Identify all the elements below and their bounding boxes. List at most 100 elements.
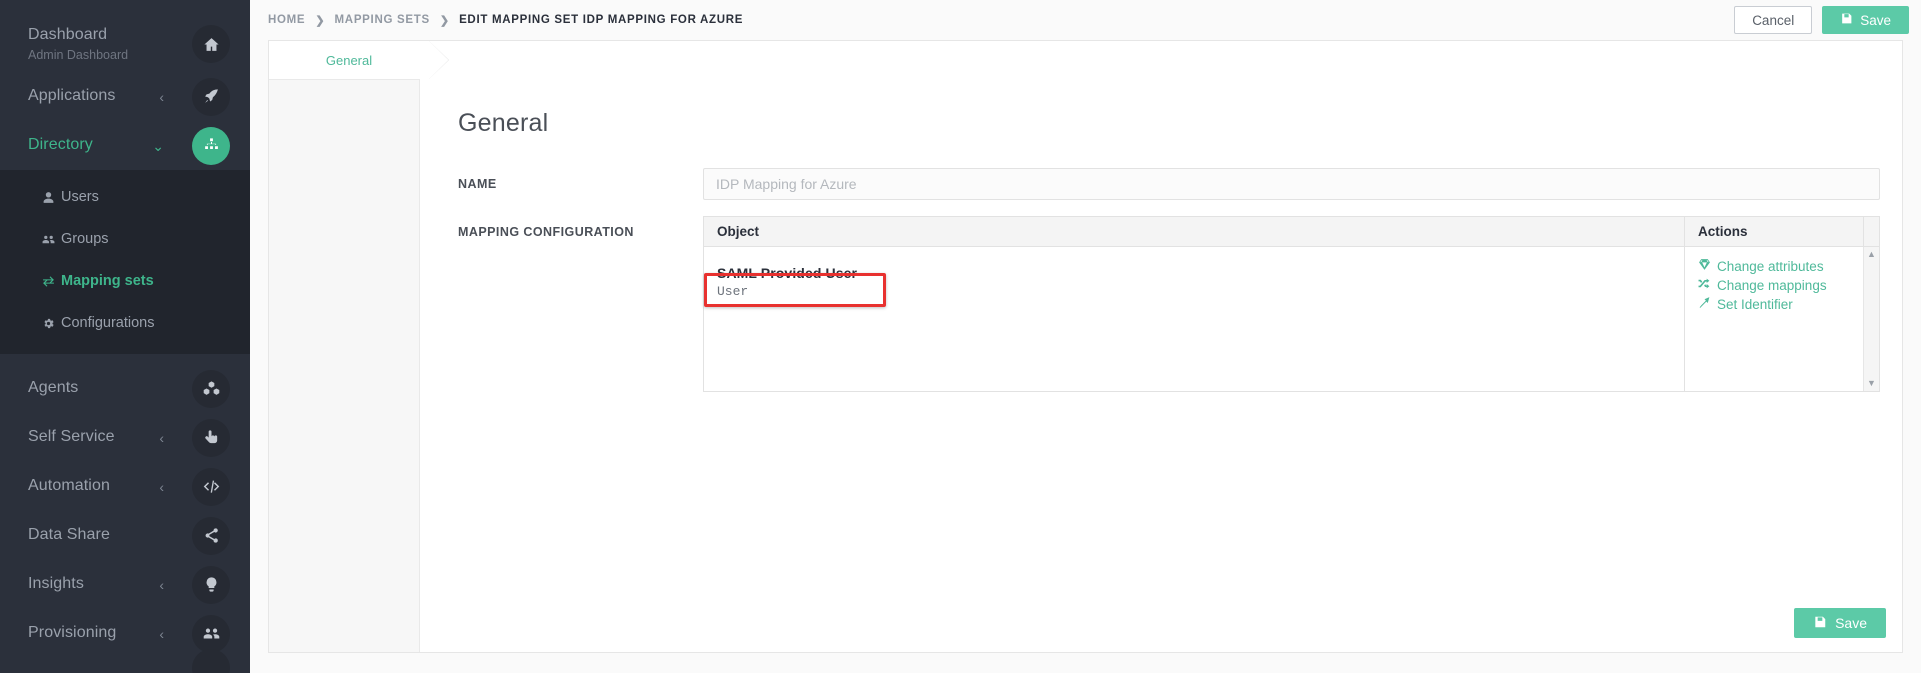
name-field-wrap xyxy=(703,168,1880,200)
column-header-actions: Actions xyxy=(1698,224,1748,239)
table-vertical-scrollbar[interactable]: ▲ ▼ xyxy=(1863,247,1879,391)
sidebar-item-users[interactable]: Users xyxy=(0,180,250,214)
exchange-icon xyxy=(42,275,61,288)
form-row-mapping-configuration: MAPPING CONFIGURATION Object Actions SAM… xyxy=(458,216,1880,392)
home-icon xyxy=(192,25,230,63)
floppy-disk-icon xyxy=(1813,615,1827,632)
breadcrumb-item-current: EDIT MAPPING SET IDP MAPPING FOR AZURE xyxy=(459,14,744,26)
tab-label: General xyxy=(325,52,373,68)
change-attributes-action[interactable]: Change attributes xyxy=(1698,257,1863,275)
chevron-left-icon: ‹ xyxy=(159,429,164,446)
chevron-left-icon: ‹ xyxy=(159,88,164,105)
tabstrip: General xyxy=(269,41,1902,79)
change-attributes-label: Change attributes xyxy=(1717,258,1824,274)
tab-side-rail xyxy=(269,79,420,652)
sidebar-item-self-service[interactable]: Self Service ‹ xyxy=(0,413,250,462)
sidebar-item-label: Provisioning xyxy=(28,624,117,642)
set-identifier-action[interactable]: Set Identifier xyxy=(1698,295,1863,313)
sidebar-item-label: Agents xyxy=(28,379,79,397)
sidebar-item-configurations[interactable]: Configurations xyxy=(0,306,250,340)
cubes-icon xyxy=(192,369,230,408)
scroll-down-icon[interactable]: ▼ xyxy=(1867,379,1876,388)
topbar: HOME ❯ MAPPING SETS ❯ EDIT MAPPING SET I… xyxy=(250,0,1921,40)
shuffle-icon xyxy=(1698,277,1711,293)
save-button-label: Save xyxy=(1860,12,1891,28)
sidebar-top-group: Dashboard Admin Dashboard Applications ‹… xyxy=(0,0,250,170)
thumbtack-arrow-icon xyxy=(1698,296,1711,312)
mapping-configuration-field-wrap: Object Actions SAML Provided User User C… xyxy=(703,216,1880,392)
sidebar-item-label: Insights xyxy=(28,575,84,593)
sidebar-item-directory[interactable]: Directory ⌄ xyxy=(0,121,250,170)
mapping-configuration-label: MAPPING CONFIGURATION xyxy=(458,225,634,239)
cancel-button[interactable]: Cancel xyxy=(1734,6,1813,34)
sidebar-item-label: Directory xyxy=(28,136,93,154)
chevron-left-icon: ‹ xyxy=(159,478,164,495)
users-cog-icon xyxy=(192,614,230,653)
page-wrapper: General General NAME IDP Mapping for Azu… xyxy=(268,40,1903,653)
mapping-configuration-table: Object Actions SAML Provided User User C… xyxy=(703,216,1880,392)
gear-icon xyxy=(42,317,61,330)
breadcrumb-item-home[interactable]: HOME xyxy=(268,14,305,26)
sidebar-item-sublabel: Admin Dashboard xyxy=(28,47,129,62)
sidebar-item-agents[interactable]: Agents xyxy=(0,364,250,413)
sidebar-item-label: Mapping sets xyxy=(61,273,154,289)
sidebar: Dashboard Admin Dashboard Applications ‹… xyxy=(0,0,250,673)
sidebar-bottom-group: Agents Self Service ‹ Automation ‹ Data … xyxy=(0,354,250,673)
card-footer: Save xyxy=(1794,608,1886,638)
change-mappings-label: Change mappings xyxy=(1717,277,1827,293)
sidebar-item-automation[interactable]: Automation ‹ xyxy=(0,462,250,511)
column-header-object: Object xyxy=(704,217,1685,246)
sidebar-item-label: Automation xyxy=(28,477,110,495)
users-icon xyxy=(42,233,61,246)
main-area: HOME ❯ MAPPING SETS ❯ EDIT MAPPING SET I… xyxy=(250,0,1921,673)
chevron-right-icon: ❯ xyxy=(439,14,450,27)
breadcrumb: HOME ❯ MAPPING SETS ❯ EDIT MAPPING SET I… xyxy=(268,14,743,27)
chevron-down-icon: ⌄ xyxy=(152,137,164,154)
sidebar-item-applications[interactable]: Applications ‹ xyxy=(0,72,250,121)
row-actions: Change attributes Change mappings Set Id… xyxy=(704,247,1863,391)
code-icon xyxy=(192,467,230,506)
sidebar-item-label: Configurations xyxy=(61,315,155,331)
user-icon xyxy=(42,191,61,204)
cancel-button-label: Cancel xyxy=(1752,12,1795,28)
rocket-icon xyxy=(192,77,230,116)
sidebar-item-dashboard[interactable]: Dashboard Admin Dashboard xyxy=(0,16,250,72)
sidebar-item-label: Groups xyxy=(61,231,109,247)
form-row-name: NAME xyxy=(458,168,1880,200)
lightbulb-icon xyxy=(192,565,230,604)
sidebar-item-insights[interactable]: Insights ‹ xyxy=(0,560,250,609)
sidebar-item-mapping-sets[interactable]: Mapping sets xyxy=(0,264,250,298)
page-title: General xyxy=(458,109,549,137)
sidebar-item-label: Data Share xyxy=(28,526,110,544)
sidebar-item-data-share[interactable]: Data Share xyxy=(0,511,250,560)
hand-pointer-icon xyxy=(192,418,230,457)
sidebar-submenu-directory: Users Groups Mapping sets Configurations xyxy=(0,170,250,354)
breadcrumb-item-mapping-sets[interactable]: MAPPING SETS xyxy=(335,14,430,26)
tab-general[interactable]: General xyxy=(269,41,429,79)
name-input[interactable] xyxy=(703,168,1880,200)
table-row: SAML Provided User User xyxy=(704,247,1685,391)
sidebar-item-label: Users xyxy=(61,189,99,205)
sitemap-icon xyxy=(192,126,230,165)
gem-icon xyxy=(1698,258,1711,274)
change-mappings-action[interactable]: Change mappings xyxy=(1698,276,1863,294)
chevron-left-icon: ‹ xyxy=(159,625,164,642)
card-body: General NAME MAPPING CONFIGURATION xyxy=(269,79,1902,652)
sidebar-item-groups[interactable]: Groups xyxy=(0,222,250,256)
sidebar-item-label: Self Service xyxy=(28,428,115,446)
set-identifier-label: Set Identifier xyxy=(1717,296,1793,312)
floppy-disk-icon xyxy=(1840,12,1853,28)
footer-save-button[interactable]: Save xyxy=(1794,608,1886,638)
sidebar-item-label: Dashboard xyxy=(28,26,108,44)
sidebar-item-label: Applications xyxy=(28,87,116,105)
column-header-spacer xyxy=(1863,217,1879,246)
chevron-left-icon: ‹ xyxy=(159,576,164,593)
general-panel: General NAME MAPPING CONFIGURATION xyxy=(420,79,1902,652)
footer-save-label: Save xyxy=(1835,615,1867,631)
tab-pointer-icon xyxy=(429,41,449,79)
scroll-up-icon[interactable]: ▲ xyxy=(1867,250,1876,259)
topbar-actions: Cancel Save xyxy=(1734,6,1909,34)
save-button[interactable]: Save xyxy=(1822,6,1909,34)
chevron-right-icon: ❯ xyxy=(315,14,325,27)
share-icon xyxy=(192,516,230,555)
